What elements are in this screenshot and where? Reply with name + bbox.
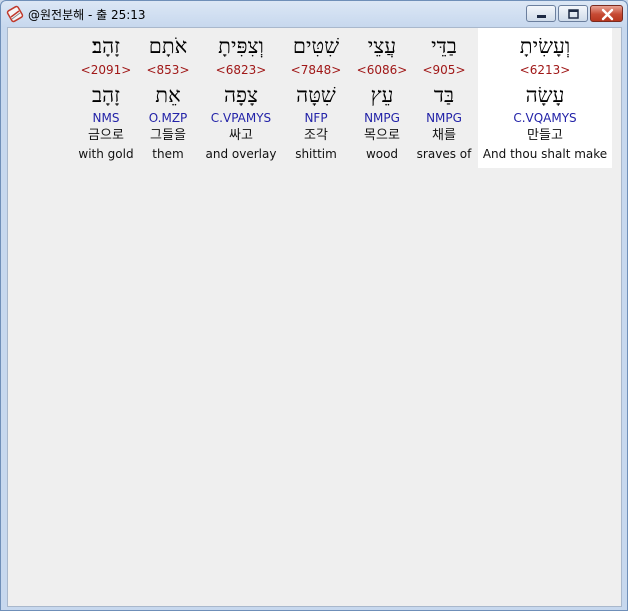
english-gloss: wood	[365, 147, 399, 161]
morphology-code: C.VQAMYS	[513, 111, 577, 125]
morphology-code: C.VPAMYS	[210, 111, 272, 125]
title-bar[interactable]: @원전분해 - 출 25:13	[1, 1, 627, 27]
lemma-word: צָפָה	[223, 83, 259, 107]
korean-gloss: 금으로	[88, 128, 124, 143]
word-column[interactable]: וְצִפִּיתָ <6823> צָפָה C.VPAMYS 싸고 and …	[201, 28, 281, 168]
close-icon	[591, 6, 622, 21]
morphology-code: NMPG	[426, 111, 462, 125]
english-gloss: sraves of	[416, 147, 472, 161]
strong-number: <2091>	[80, 63, 132, 77]
hebrew-word: אֹתָם	[148, 34, 188, 58]
lemma-word: עָשָׂה	[525, 83, 565, 107]
morphology-code: NMPG	[364, 111, 400, 125]
verse-analysis: וְעָשִׂיתָ <6213> עָשָׂה C.VQAMYS 만들고 An…	[8, 28, 623, 168]
analysis-pane[interactable]: וְעָשִׂיתָ <6213> עָשָׂה C.VQAMYS 만들고 An…	[7, 27, 622, 607]
lemma-word: בַּד	[433, 83, 455, 107]
morphology-code: O.MZP	[148, 111, 188, 125]
korean-gloss: 채를	[432, 128, 456, 143]
minimize-button[interactable]	[526, 5, 556, 22]
hebrew-word: וְעָשִׂיתָ	[519, 34, 571, 58]
strong-number: <6086>	[356, 63, 408, 77]
strong-number: <7848>	[290, 63, 342, 77]
korean-gloss: 조각	[304, 128, 328, 143]
word-column[interactable]: עֲצֵי <6086> עֵץ NMPG 목으로 wood	[352, 28, 412, 168]
hebrew-word: שִׁטִּים	[292, 34, 340, 58]
hebrew-word: עֲצֵי	[367, 34, 397, 58]
minimize-icon	[527, 6, 555, 21]
korean-gloss: 싸고	[229, 128, 253, 143]
word-column[interactable]: אֹתָם <853> אֵת O.MZP 그들을 them	[141, 28, 195, 168]
word-column[interactable]: שִׁטִּים <7848> שִׁטָּה NFP 조각 shittim	[285, 28, 347, 168]
morphology-code: NMS	[92, 111, 120, 125]
english-gloss: them	[152, 147, 184, 161]
english-gloss: with gold	[78, 147, 134, 161]
lemma-word: שִׁטָּה	[296, 83, 336, 107]
lemma-word: אֵת	[155, 83, 181, 107]
korean-gloss: 만들고	[527, 128, 563, 143]
window-title: @원전분해 - 출 25:13	[28, 8, 146, 22]
lemma-word: עֵץ	[370, 83, 394, 107]
hebrew-word: זָהָב׃	[91, 34, 121, 58]
hebrew-word: בַדֵּי	[431, 34, 457, 58]
korean-gloss: 그들을	[150, 128, 186, 143]
app-window: @원전분해 - 출 25:13 וְעָשִׂיתָ <6213> עָשָׂה…	[0, 0, 628, 611]
strong-number: <853>	[146, 63, 190, 77]
strong-number: <6213>	[519, 63, 571, 77]
lemma-word: זָהָב	[91, 83, 121, 107]
morphology-code: NFP	[304, 111, 328, 125]
english-gloss: and overlay	[205, 147, 277, 161]
english-gloss: shittim	[295, 147, 337, 161]
restore-icon	[559, 6, 587, 21]
strong-number: <6823>	[215, 63, 267, 77]
strong-number: <905>	[422, 63, 466, 77]
hebrew-word: וְצִפִּיתָ	[218, 34, 264, 58]
word-column[interactable]: בַדֵּי <905> בַּד NMPG 채를 sraves of	[412, 28, 476, 168]
korean-gloss: 목으로	[364, 128, 400, 143]
word-column[interactable]: וְעָשִׂיתָ <6213> עָשָׂה C.VQAMYS 만들고 An…	[478, 28, 612, 168]
word-column[interactable]: זָהָב׃ <2091> זָהָב NMS 금으로 with gold	[76, 28, 136, 168]
close-button[interactable]	[590, 5, 623, 22]
app-icon[interactable]	[6, 5, 24, 23]
english-gloss: And thou shalt make	[482, 147, 608, 161]
maximize-button[interactable]	[558, 5, 588, 22]
